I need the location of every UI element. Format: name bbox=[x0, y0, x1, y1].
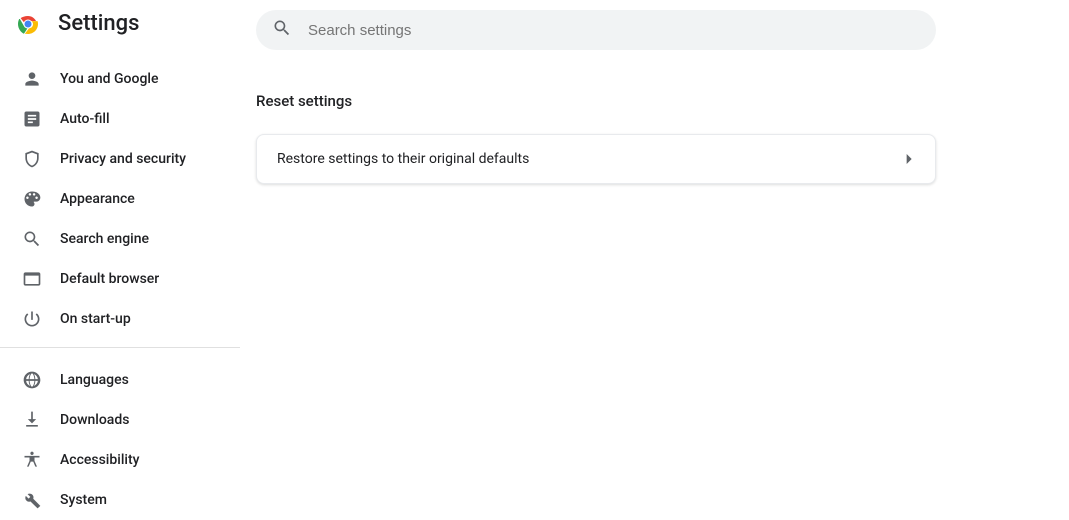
sidebar-item-you-and-google[interactable]: You and Google bbox=[0, 59, 256, 99]
chrome-logo-icon bbox=[16, 12, 40, 36]
sidebar-item-appearance[interactable]: Appearance bbox=[0, 179, 256, 219]
sidebar-item-privacy[interactable]: Privacy and security bbox=[0, 139, 256, 179]
power-icon bbox=[22, 309, 42, 329]
sidebar-item-languages[interactable]: Languages bbox=[0, 360, 256, 400]
sidebar-item-label: Auto-fill bbox=[60, 111, 110, 127]
settings-app: Settings You and Google Auto-fill Privac… bbox=[0, 0, 1069, 520]
sidebar-item-label: Default browser bbox=[60, 271, 159, 287]
search-icon bbox=[22, 229, 42, 249]
sidebar-item-label: System bbox=[60, 492, 107, 508]
sidebar-item-downloads[interactable]: Downloads bbox=[0, 400, 256, 440]
sidebar-item-label: Accessibility bbox=[60, 452, 139, 468]
autofill-icon bbox=[22, 109, 42, 129]
sidebar-group-advanced: Languages Downloads Accessibility System bbox=[0, 356, 256, 520]
chevron-right-icon bbox=[905, 154, 915, 164]
sidebar-item-label: Downloads bbox=[60, 412, 129, 428]
sidebar-item-default-browser[interactable]: Default browser bbox=[0, 259, 256, 299]
download-icon bbox=[22, 410, 42, 430]
sidebar-item-system[interactable]: System bbox=[0, 480, 256, 520]
search-icon bbox=[272, 18, 292, 42]
search-wrap bbox=[256, 10, 936, 50]
section-title: Reset settings bbox=[256, 92, 352, 110]
sidebar: Settings You and Google Auto-fill Privac… bbox=[0, 0, 256, 520]
sidebar-divider bbox=[0, 347, 240, 348]
sidebar-item-accessibility[interactable]: Accessibility bbox=[0, 440, 256, 480]
shield-icon bbox=[22, 149, 42, 169]
sidebar-item-search-engine[interactable]: Search engine bbox=[0, 219, 256, 259]
sidebar-item-label: Search engine bbox=[60, 231, 149, 247]
accessibility-icon bbox=[22, 450, 42, 470]
search-bar[interactable] bbox=[256, 10, 936, 50]
sidebar-item-on-startup[interactable]: On start-up bbox=[0, 299, 256, 339]
main-content: Reset settings Restore settings to their… bbox=[256, 0, 1069, 520]
person-icon bbox=[22, 69, 42, 89]
sidebar-item-label: Languages bbox=[60, 372, 129, 388]
restore-defaults-row[interactable]: Restore settings to their original defau… bbox=[257, 135, 935, 183]
sidebar-item-label: Privacy and security bbox=[60, 151, 186, 167]
sidebar-item-label: On start-up bbox=[60, 311, 131, 327]
browser-icon bbox=[22, 269, 42, 289]
page-title: Settings bbox=[58, 11, 139, 36]
sidebar-item-label: You and Google bbox=[60, 71, 158, 87]
restore-defaults-label: Restore settings to their original defau… bbox=[277, 151, 529, 167]
reset-settings-card: Restore settings to their original defau… bbox=[256, 134, 936, 184]
search-input[interactable] bbox=[308, 22, 936, 39]
sidebar-item-label: Appearance bbox=[60, 191, 135, 207]
sidebar-header: Settings bbox=[0, 0, 256, 47]
sidebar-group-main: You and Google Auto-fill Privacy and sec… bbox=[0, 47, 256, 339]
sidebar-item-autofill[interactable]: Auto-fill bbox=[0, 99, 256, 139]
wrench-icon bbox=[22, 490, 42, 510]
globe-icon bbox=[22, 370, 42, 390]
palette-icon bbox=[22, 189, 42, 209]
